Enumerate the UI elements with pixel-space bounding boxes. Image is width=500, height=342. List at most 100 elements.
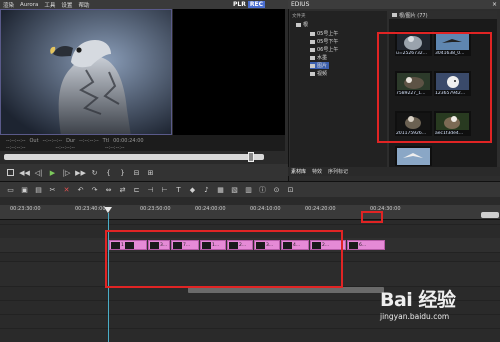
export-icon: ⊡ — [287, 185, 294, 194]
scrub-handle[interactable] — [248, 152, 254, 162]
play-button[interactable]: ▶ — [48, 168, 57, 177]
split-icon: ⊣ — [147, 185, 154, 194]
menu-help[interactable]: 帮助 — [78, 1, 89, 9]
title-button[interactable]: T — [174, 185, 183, 194]
tree-item-ink[interactable]: 水墨 — [310, 54, 327, 61]
eagle-preview-image — [1, 10, 171, 134]
overwrite-button[interactable]: ⊞ — [146, 168, 155, 177]
marker-button[interactable]: ◆ — [188, 185, 197, 194]
info-button[interactable]: ⓘ — [258, 185, 267, 194]
menu-render[interactable]: 渲染 — [3, 1, 14, 9]
overwrite-icon: ⊞ — [147, 168, 154, 177]
mark-out-button[interactable]: } — [118, 168, 127, 177]
folder-icon — [310, 31, 315, 36]
cut-button[interactable]: ✂ — [48, 185, 57, 194]
export-button[interactable]: ⊡ — [286, 185, 295, 194]
folder-icon — [310, 39, 315, 44]
tree-header: 文件夹 — [292, 14, 306, 19]
open-button[interactable]: ▣ — [20, 185, 29, 194]
tree-root[interactable]: 根 — [296, 21, 308, 28]
insert-button[interactable]: ⊟ — [132, 168, 141, 177]
step-back-icon: ◁| — [34, 168, 43, 177]
out-timecode: --:--:--:-- — [42, 138, 63, 144]
grid-button[interactable]: ▥ — [244, 185, 253, 194]
save-icon: ▤ — [35, 185, 42, 194]
grid-icon: ▥ — [245, 185, 252, 194]
timecode-panel: --:--:--:-- Out --:--:--:-- Dur --:--:--… — [0, 135, 285, 151]
plr-rec-toggle[interactable]: PLR REC — [233, 1, 265, 8]
asset-library-titlebar: EDIUS × — [288, 0, 500, 9]
ruler-tick: 00:23:30:00 — [10, 206, 41, 212]
tree-item-05-pm[interactable]: 05号下午 — [310, 38, 338, 45]
ripple-button[interactable]: ⇔ — [104, 185, 113, 194]
fast-forward-button[interactable]: ▶▶ — [75, 168, 86, 177]
rec-label[interactable]: REC — [247, 1, 265, 8]
render-button[interactable]: ▦ — [216, 185, 225, 194]
clip-thumbnail[interactable] — [395, 146, 432, 166]
flying-eagle-thumbnail-image — [397, 148, 430, 165]
split-button[interactable]: ⊣ — [146, 185, 155, 194]
folder-icon — [296, 22, 301, 27]
tab-effects[interactable]: 特效 — [312, 168, 322, 175]
menu-aurora[interactable]: Aurora — [20, 2, 38, 8]
stop-icon — [7, 169, 14, 176]
tab-asset-library[interactable]: 素材库 — [291, 168, 306, 175]
snap-button[interactable]: ⊏ — [132, 185, 141, 194]
mark-in-button[interactable]: { — [104, 168, 113, 177]
clip-grid-header: 根/图片 (77) — [389, 11, 497, 19]
timeline-toolbar: ▭ ▣ ▤ ✂ ✕ ↶ ↷ ⇔ ⇄ ⊏ ⊣ ⊢ T ◆ ♪ ▦ ▧ ▥ ⓘ ⊙ … — [0, 181, 500, 197]
timecode-button[interactable]: ⊙ — [272, 185, 281, 194]
folder-icon — [310, 71, 315, 76]
tree-item-06-am[interactable]: 06号上午 — [310, 46, 338, 53]
ruler-tick: 00:23:40:00 — [75, 206, 106, 212]
audio-icon: ♪ — [204, 185, 209, 194]
tab-sequence-markers[interactable]: 序列标记 — [328, 168, 348, 175]
plr-label[interactable]: PLR — [233, 1, 246, 8]
delete-icon: ✕ — [63, 185, 70, 194]
watermark-brand: Bai 经验 — [380, 289, 456, 311]
loop-button[interactable]: ↻ — [90, 168, 99, 177]
clock-icon: ⊙ — [273, 185, 280, 194]
tree-item-video[interactable]: 视频 — [310, 70, 327, 77]
delete-button[interactable]: ✕ — [62, 185, 71, 194]
new-sequence-button[interactable]: ▭ — [6, 185, 15, 194]
timeline-clip[interactable]: 6... — [347, 240, 385, 250]
tree-item-label: 05号上午 — [317, 31, 339, 37]
insert-icon: ⊟ — [133, 168, 140, 177]
sync-icon: ⇄ — [119, 185, 126, 194]
save-button[interactable]: ▤ — [34, 185, 43, 194]
trim-button[interactable]: ⊢ — [160, 185, 169, 194]
ripple-icon: ⇔ — [105, 185, 112, 194]
ruler-tick: 00:24:10:00 — [250, 206, 281, 212]
fast-forward-icon: ▶▶ — [75, 168, 86, 177]
folder-icon — [310, 55, 315, 60]
tree-item-label: 06号上午 — [317, 47, 339, 53]
step-forward-button[interactable]: |▷ — [62, 168, 71, 177]
highlight-box-thumbnails — [377, 32, 492, 143]
tree-item-05-am[interactable]: 05号上午 — [310, 30, 338, 37]
scrub-bar[interactable] — [4, 154, 264, 160]
rewind-button[interactable]: ◀◀ — [19, 168, 30, 177]
clip-grid-path: 根/图片 (77) — [399, 12, 428, 19]
stop-button[interactable] — [6, 168, 15, 177]
watermark-url: jingyan.baidu.com — [380, 312, 450, 321]
highlight-box-ruler — [361, 211, 383, 223]
audio-button[interactable]: ♪ — [202, 185, 211, 194]
timeline-zoom-slider[interactable] — [481, 212, 499, 218]
close-icon[interactable]: × — [492, 1, 497, 8]
undo-button[interactable]: ↶ — [76, 185, 85, 194]
folder-tree: 文件夹 — [290, 11, 387, 167]
redo-button[interactable]: ↷ — [90, 185, 99, 194]
transport-controls: ◀◀ ◁| ▶ |▷ ▶▶ ↻ { } ⊟ ⊞ — [0, 164, 288, 181]
info-icon: ⓘ — [259, 185, 266, 194]
clip-thumbnail-icon — [349, 241, 358, 249]
layout-button[interactable]: ▧ — [230, 185, 239, 194]
sync-button[interactable]: ⇄ — [118, 185, 127, 194]
ruler-tick: 00:23:50:00 — [140, 206, 171, 212]
step-back-button[interactable]: ◁| — [34, 168, 43, 177]
tree-item-pictures[interactable]: 图片 — [310, 62, 330, 69]
snap-icon: ⊏ — [133, 185, 140, 194]
menu-tools[interactable]: 工具 — [44, 1, 55, 9]
layout-icon: ▧ — [231, 185, 238, 194]
menu-settings[interactable]: 设置 — [61, 1, 72, 9]
